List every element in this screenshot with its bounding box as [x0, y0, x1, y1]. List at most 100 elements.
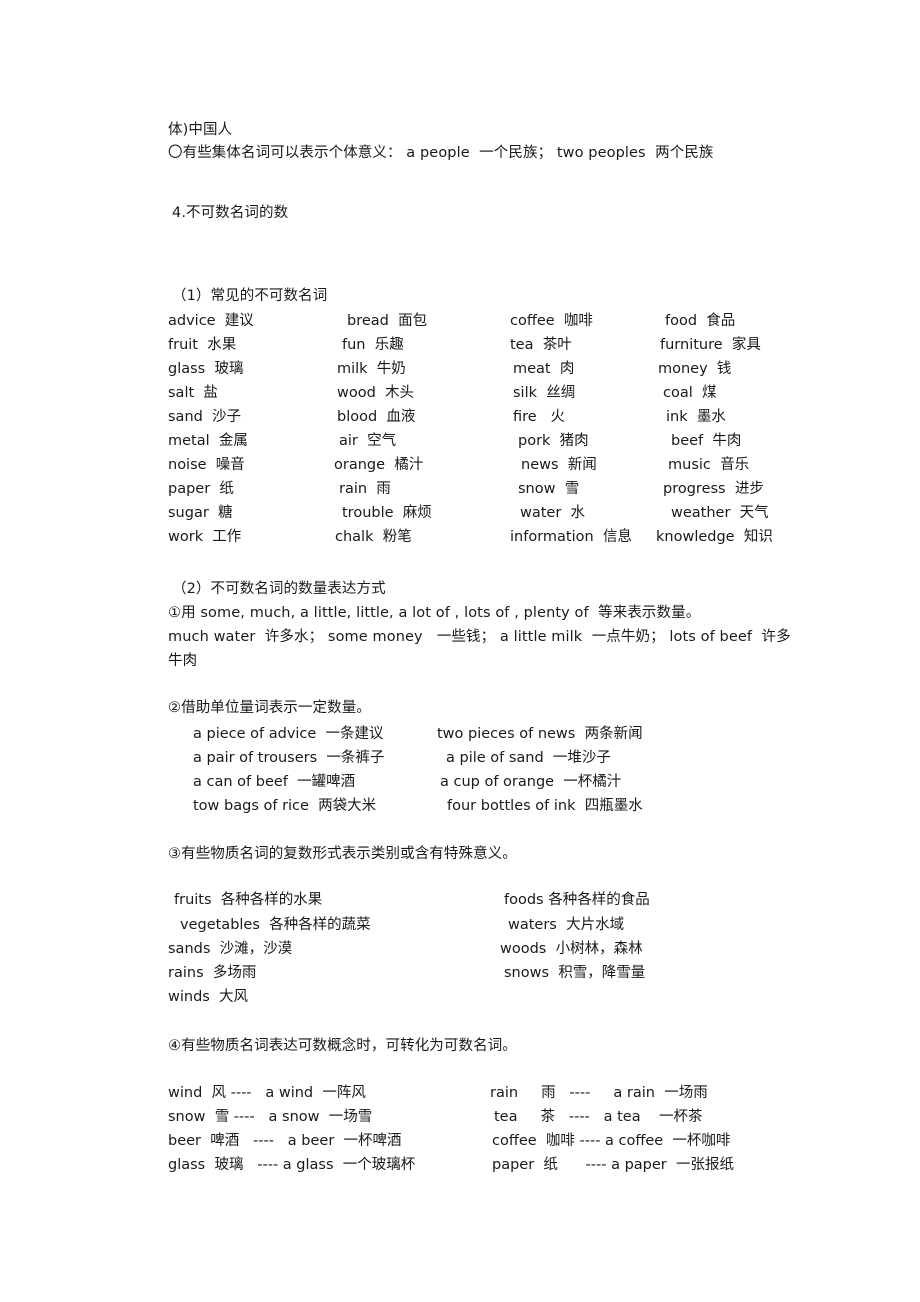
example-entry: foods 各种各样的食品 — [504, 892, 650, 908]
rule-2-example-row: tow bags of rice 两袋大米 four bottles of ink… — [0, 799, 920, 823]
example-entry: tow bags of rice 两袋大米 — [193, 798, 377, 814]
vocabulary-entry: meat 肉 — [513, 361, 575, 377]
example-entry: a pair of trousers 一条裤子 — [193, 750, 385, 766]
vocabulary-row: paper 纸 rain 雨 snow 雪 progress 进步 — [0, 482, 920, 506]
rule-4-example-row: beer 啤酒 ---- a beer 一杯啤酒 coffee 咖啡 ---- a… — [0, 1134, 920, 1158]
vocabulary-row: fruit 水果 fun 乐趣 tea 茶叶 furniture 家具 — [0, 338, 920, 362]
vocabulary-entry: sand 沙子 — [168, 409, 242, 425]
intro-line-2: 〇有些集体名词可以表示个体意义： a people 一个民族； two peop… — [168, 145, 714, 161]
example-entry: beer 啤酒 ---- a beer 一杯啤酒 — [168, 1133, 402, 1149]
document-page: 体)中国人〇有些集体名词可以表示个体意义： a people 一个民族； two… — [0, 0, 920, 1302]
example-entry: waters 大片水域 — [508, 917, 625, 933]
vocabulary-entry: beef 牛肉 — [671, 433, 742, 449]
vocabulary-entry: blood 血液 — [337, 409, 416, 425]
vocabulary-entry: coal 煤 — [663, 385, 717, 401]
vocabulary-entry: water 水 — [520, 505, 586, 521]
rule-4-example-row: glass 玻璃 ---- a glass 一个玻璃杯 paper 纸 ---- … — [0, 1158, 920, 1182]
example-entry: vegetables 各种各样的蔬菜 — [180, 917, 371, 933]
example-entry: wind 风 ---- a wind 一阵风 — [168, 1085, 366, 1101]
rule-3-example-row: rains 多场雨 snows 积雪，降雪量 — [0, 966, 920, 990]
vocabulary-entry: metal 金属 — [168, 433, 248, 449]
vocabulary-entry: weather 天气 — [671, 505, 769, 521]
vocabulary-entry: bread 面包 — [347, 313, 428, 329]
example-entry: sands 沙滩，沙漠 — [168, 941, 293, 957]
vocabulary-entry: chalk 粉笔 — [335, 529, 412, 545]
vocabulary-entry: progress 进步 — [663, 481, 764, 497]
example-entry: snow 雪 ---- a snow 一场雪 — [168, 1109, 373, 1125]
vocabulary-entry: orange 橘汁 — [334, 457, 424, 473]
example-entry: four bottles of ink 四瓶墨水 — [447, 798, 643, 814]
vocabulary-row: noise 噪音 orange 橘汁 news 新闻 music 音乐 — [0, 458, 920, 482]
vocabulary-entry: air 空气 — [339, 433, 397, 449]
rule-1-determiners: ①用 some, much, a little, little, a lot o… — [168, 605, 701, 621]
vocabulary-entry: milk 牛奶 — [337, 361, 406, 377]
example-entry: rain 雨 ---- a rain 一场雨 — [490, 1085, 708, 1101]
example-entry: fruits 各种各样的水果 — [174, 892, 323, 908]
vocabulary-entry: news 新闻 — [521, 457, 597, 473]
example-entry: rains 多场雨 — [168, 965, 257, 981]
vocabulary-row: sand 沙子 blood 血液 fire 火 ink 墨水 — [0, 410, 920, 434]
example-entry: a piece of advice 一条建议 — [193, 726, 384, 742]
vocabulary-entry: rain 雨 — [339, 481, 391, 497]
vocabulary-entry: coffee 咖啡 — [510, 313, 593, 329]
rule-3-example-row: sands 沙滩，沙漠 woods 小树林，森林 — [0, 942, 920, 966]
vocabulary-entry: trouble 麻烦 — [342, 505, 432, 521]
example-entry: glass 玻璃 ---- a glass 一个玻璃杯 — [168, 1157, 416, 1173]
example-entry: paper 纸 ---- a paper 一张报纸 — [492, 1157, 734, 1173]
vocabulary-entry: wood 木头 — [337, 385, 415, 401]
rule-3-example-row: fruits 各种各样的水果 foods 各种各样的食品 — [0, 893, 920, 917]
vocabulary-entry: ink 墨水 — [666, 409, 726, 425]
vocabulary-row: work 工作 chalk 粉笔 information 信息 knowledge 知… — [0, 530, 920, 554]
example-entry: tea 茶 ---- a tea 一杯茶 — [494, 1109, 703, 1125]
vocabulary-entry: snow 雪 — [518, 481, 580, 497]
vocabulary-row: advice 建议 bread 面包 coffee 咖啡 food 食品 — [0, 314, 920, 338]
example-entry: coffee 咖啡 ---- a coffee 一杯咖啡 — [492, 1133, 731, 1149]
example-entry: two pieces of news 两条新闻 — [437, 726, 643, 742]
rule-4-example-row: snow 雪 ---- a snow 一场雪 tea 茶 ---- a tea 一… — [0, 1110, 920, 1134]
vocabulary-entry: salt 盐 — [168, 385, 218, 401]
intro-line-1: 体)中国人 — [168, 122, 233, 138]
vocabulary-entry: advice 建议 — [168, 313, 254, 329]
rule-1-example-line-2: 牛肉 — [168, 653, 198, 669]
vocabulary-entry: furniture 家具 — [660, 337, 761, 353]
rule-2-example-row: a piece of advice 一条建议 two pieces of news… — [0, 727, 920, 751]
vocabulary-entry: tea 茶叶 — [510, 337, 572, 353]
rule-2-unit-measure-words: ②借助单位量词表示一定数量。 — [168, 700, 371, 716]
vocabulary-row: sugar 糖 trouble 麻烦 water 水 weather 天气 — [0, 506, 920, 530]
vocabulary-row: metal 金属 air 空气 pork 猪肉 beef 牛肉 — [0, 434, 920, 458]
example-entry: a can of beef 一罐啤酒 — [193, 774, 356, 790]
example-entry: a pile of sand 一堆沙子 — [446, 750, 611, 766]
example-entry: a cup of orange 一杯橘汁 — [440, 774, 622, 790]
subsection-heading-quantity-expressions: （2）不可数名词的数量表达方式 — [172, 581, 386, 597]
example-entry: woods 小树林，森林 — [500, 941, 643, 957]
vocabulary-entry: glass 玻璃 — [168, 361, 244, 377]
example-entry: winds 大风 — [168, 989, 249, 1005]
vocabulary-entry: paper 纸 — [168, 481, 234, 497]
vocabulary-entry: food 食品 — [665, 313, 736, 329]
section-heading-uncountable-nouns: 4.不可数名词的数 — [172, 205, 289, 221]
vocabulary-row: glass 玻璃 milk 牛奶 meat 肉 money 钱 — [0, 362, 920, 386]
vocabulary-entry: fun 乐趣 — [342, 337, 404, 353]
rule-4-example-row: wind 风 ---- a wind 一阵风 rain 雨 ---- a rain… — [0, 1086, 920, 1110]
rule-3-plural-special-meaning: ③有些物质名词的复数形式表示类别或含有特殊意义。 — [168, 846, 517, 862]
rule-3-example-row: vegetables 各种各样的蔬菜 waters 大片水域 — [0, 918, 920, 942]
vocabulary-entry: fruit 水果 — [168, 337, 237, 353]
vocabulary-entry: noise 噪音 — [168, 457, 245, 473]
vocabulary-entry: pork 猪肉 — [518, 433, 589, 449]
vocabulary-entry: work 工作 — [168, 529, 242, 545]
vocabulary-entry: fire 火 — [513, 409, 566, 425]
vocabulary-entry: information 信息 — [510, 529, 632, 545]
vocabulary-entry: money 钱 — [658, 361, 732, 377]
rule-4-convert-to-countable: ④有些物质名词表达可数概念时，可转化为可数名词。 — [168, 1038, 517, 1054]
example-entry: snows 积雪，降雪量 — [504, 965, 646, 981]
vocabulary-row: salt 盐 wood 木头 silk 丝绸 coal 煤 — [0, 386, 920, 410]
rule-2-example-row: a can of beef 一罐啤酒 a cup of orange 一杯橘汁 — [0, 775, 920, 799]
vocabulary-entry: sugar 糖 — [168, 505, 233, 521]
subsection-heading-common-uncountable: （1）常见的不可数名词 — [172, 288, 328, 304]
vocabulary-entry: silk 丝绸 — [513, 385, 576, 401]
vocabulary-entry: music 音乐 — [668, 457, 750, 473]
rule-1-example-line-1: much water 许多水； some money 一些钱； a little… — [168, 629, 791, 645]
rule-3-example-row: winds 大风 — [0, 990, 920, 1014]
vocabulary-entry: knowledge 知识 — [656, 529, 773, 545]
rule-2-example-row: a pair of trousers 一条裤子 a pile of sand 一堆… — [0, 751, 920, 775]
